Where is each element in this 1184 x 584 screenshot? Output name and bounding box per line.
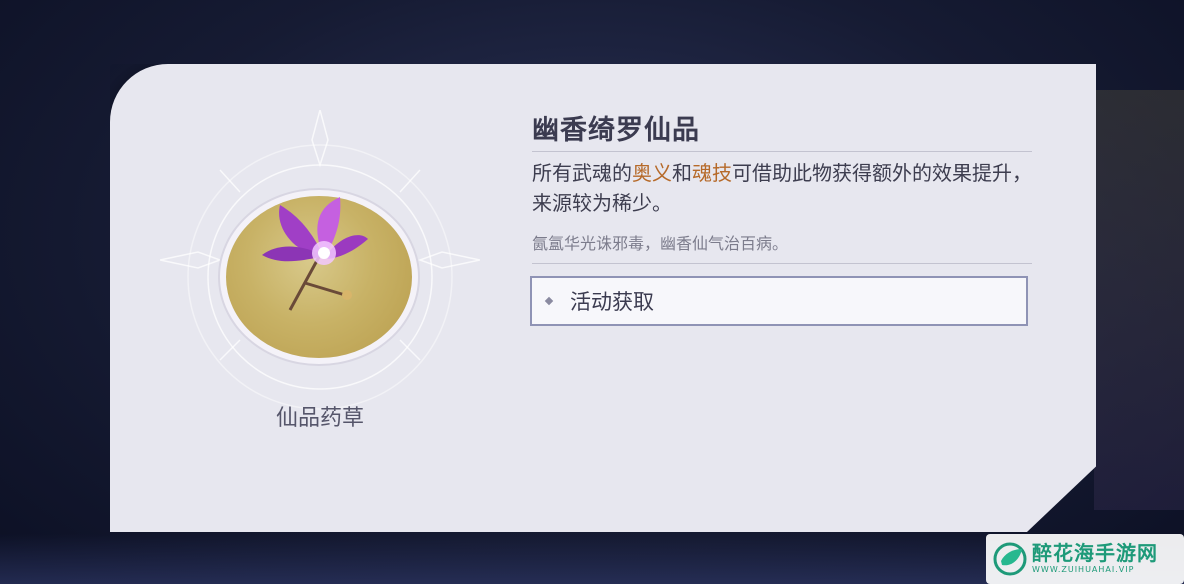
watermark-name: 醉花海手游网 — [1032, 541, 1158, 565]
description-text: 和 — [672, 161, 692, 185]
diamond-icon — [544, 296, 554, 306]
watermark-url: WWW.ZUIHUAHAI.VIP — [1032, 565, 1135, 574]
background-glow — [1094, 90, 1184, 510]
title-divider — [532, 151, 1032, 152]
source-button[interactable]: 活动获取 — [530, 276, 1028, 326]
highlight-skill: 魂技 — [692, 161, 732, 185]
leaf-logo-icon — [993, 542, 1027, 576]
highlight-ultimate: 奥义 — [632, 161, 672, 185]
flavor-divider — [532, 263, 1032, 264]
item-flavor-text: 氤氲华光诛邪毒，幽香仙气治百病。 — [532, 234, 789, 253]
purple-flower-icon — [262, 197, 368, 311]
item-name: 幽香绮罗仙品 — [532, 115, 700, 146]
item-type-label: 仙品药草 — [275, 406, 364, 431]
watermark: 醉花海手游网 WWW.ZUIHUAHAI.VIP — [986, 534, 1184, 584]
source-label: 活动获取 — [570, 290, 654, 314]
description-text: 所有武魂的 — [532, 161, 632, 185]
item-description: 所有武魂的奥义和魂技可借助此物获得额外的效果提升，来源较为稀少。 — [532, 158, 1032, 218]
